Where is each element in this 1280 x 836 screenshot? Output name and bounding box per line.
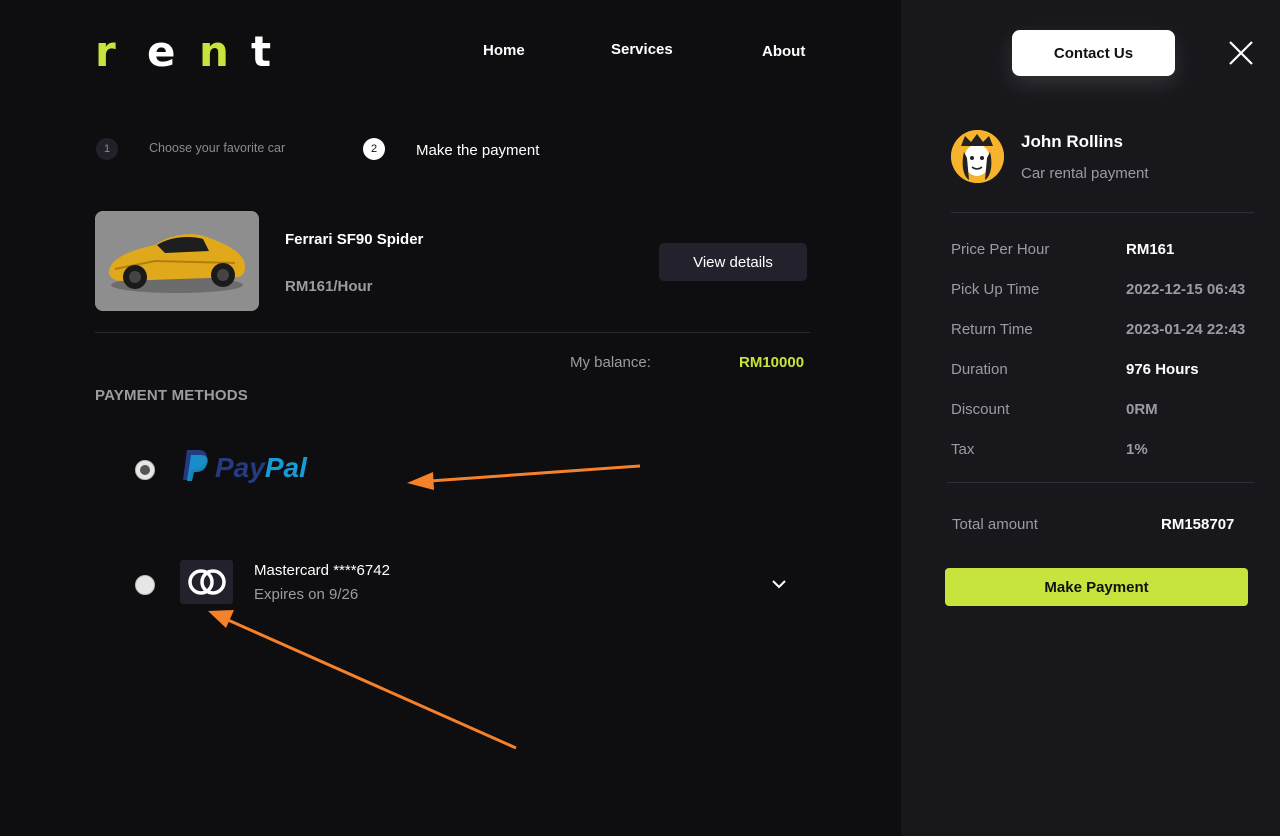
summary-label-price: Price Per Hour — [951, 241, 1050, 258]
divider — [947, 482, 1254, 483]
summary-value-tax: 1% — [1126, 441, 1148, 458]
summary-label-tax: Tax — [951, 441, 975, 458]
total-value: RM158707 — [1161, 516, 1235, 533]
summary-value-duration: 976 Hours — [1126, 361, 1199, 378]
summary-value-price: RM161 — [1126, 241, 1175, 258]
annotation-arrows — [208, 464, 641, 750]
avatar — [951, 130, 1004, 183]
summary-label-return: Return Time — [951, 321, 1033, 338]
contact-us-button[interactable]: Contact Us — [1012, 30, 1175, 76]
divider — [951, 212, 1254, 213]
summary-value-return: 2023-01-24 22:43 — [1126, 321, 1246, 338]
user-name: John Rollins — [1021, 132, 1123, 151]
total-label: Total amount — [952, 516, 1038, 533]
make-payment-button[interactable]: Make Payment — [945, 568, 1248, 606]
summary-sidebar — [901, 0, 1280, 836]
summary-value-pickup: 2022-12-15 06:43 — [1126, 281, 1246, 298]
arrow-to-paypal — [407, 464, 641, 490]
arrow-to-mastercard — [208, 610, 517, 750]
summary-label-duration: Duration — [951, 361, 1008, 378]
summary-value-discount: 0RM — [1126, 401, 1158, 418]
user-subtitle: Car rental payment — [1021, 165, 1149, 182]
summary-label-discount: Discount — [951, 401, 1010, 418]
close-icon[interactable] — [1228, 40, 1254, 71]
summary-label-pickup: Pick Up Time — [951, 281, 1040, 298]
